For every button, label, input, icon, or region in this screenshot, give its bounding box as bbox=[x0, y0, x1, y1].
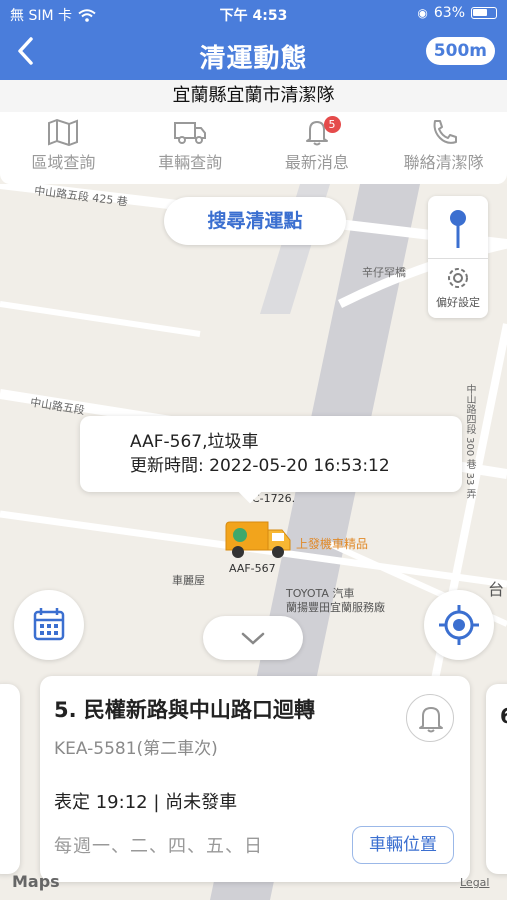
phone-icon bbox=[433, 120, 457, 144]
search-cleaning-point-button[interactable]: 搜尋清運點 bbox=[164, 197, 346, 245]
callout-update-time: 更新時間: 2022-05-20 16:53:12 bbox=[130, 456, 390, 476]
next-stop-card[interactable]: 6 bbox=[486, 684, 507, 874]
stop-title: 5. 民權新路與中山路口迴轉 bbox=[54, 698, 315, 722]
truck-icon bbox=[174, 122, 207, 144]
range-button[interactable]: 500m bbox=[425, 37, 495, 65]
previous-stop-card[interactable] bbox=[0, 684, 20, 874]
tool-vehicle-search[interactable]: 車輛查詢 bbox=[127, 112, 254, 184]
tool-area-search[interactable]: 區域查詢 bbox=[0, 112, 127, 184]
vehicle-position-button[interactable]: 車輛位置 bbox=[352, 826, 454, 864]
location-pin-button[interactable] bbox=[428, 204, 488, 254]
map-label-lane: 中山路四段 300 巷 33 弄 bbox=[464, 384, 475, 499]
bell-icon bbox=[419, 707, 443, 733]
garbage-truck-marker[interactable] bbox=[222, 520, 292, 562]
tool-contact-team[interactable]: 聯絡清潔隊 bbox=[380, 112, 507, 184]
orientation-lock-icon: ◉ bbox=[417, 6, 428, 20]
maps-brand: Maps bbox=[12, 872, 60, 891]
calendar-icon bbox=[33, 608, 65, 641]
maps-attribution: Maps bbox=[12, 872, 60, 891]
tool-label: 車輛查詢 bbox=[158, 153, 223, 172]
map-label-shop: 上發機車精品 bbox=[296, 537, 369, 551]
map-label-poi: 蘭揚豐田宜蘭服務廠 bbox=[286, 601, 385, 614]
preference-settings-button[interactable]: 偏好設定 bbox=[428, 262, 488, 310]
legal-link[interactable]: Legal bbox=[460, 876, 489, 889]
calendar-button[interactable] bbox=[14, 590, 84, 660]
divider bbox=[428, 258, 488, 259]
next-stop-number: 6 bbox=[500, 704, 507, 728]
truck-plate-label: AAF-567 bbox=[229, 562, 276, 575]
map-label-shop: 車麗屋 bbox=[172, 574, 205, 587]
toolbar: 區域查詢 車輛查詢 5 最新消息 聯絡清潔隊 bbox=[0, 112, 507, 184]
tool-latest-news[interactable]: 5 最新消息 bbox=[254, 112, 381, 184]
schedule-status: 表定 19:12 | 尚未發車 bbox=[54, 792, 238, 813]
expand-toggle-button[interactable] bbox=[203, 616, 303, 660]
team-name: 宜蘭縣宜蘭市清潔隊 bbox=[0, 80, 507, 112]
notification-badge: 5 bbox=[323, 116, 341, 133]
gear-icon bbox=[448, 268, 468, 288]
map-label-bridge: 辛仔罕橋 bbox=[362, 266, 406, 279]
battery-icon bbox=[471, 7, 497, 19]
nav-bar: 清運動態 500m bbox=[0, 28, 507, 80]
map-icon bbox=[48, 118, 79, 146]
battery-percent: 63% bbox=[433, 5, 465, 21]
vehicle-callout: AAF-567,垃圾車 更新時間: 2022-05-20 16:53:12 bbox=[80, 416, 462, 492]
map-side-tools: 偏好設定 bbox=[428, 196, 488, 318]
locate-me-button[interactable] bbox=[424, 590, 494, 660]
chevron-down-icon bbox=[241, 632, 265, 645]
crosshair-icon bbox=[439, 605, 479, 645]
stop-card[interactable]: 5. 民權新路與中山路口迴轉 KEA-5581(第二車次) 表定 19:12 |… bbox=[40, 676, 470, 882]
tool-label: 區域查詢 bbox=[31, 153, 96, 172]
pin-icon bbox=[450, 210, 466, 248]
notify-button[interactable] bbox=[406, 694, 454, 742]
service-days: 每週一、二、四、五、日 bbox=[54, 836, 263, 857]
callout-vehicle: AAF-567,垃圾車 bbox=[130, 432, 259, 452]
preference-label: 偏好設定 bbox=[436, 296, 480, 309]
tool-label: 聯絡清潔隊 bbox=[403, 153, 484, 172]
tool-label: 最新消息 bbox=[284, 153, 349, 172]
vehicle-trip: KEA-5581(第二車次) bbox=[54, 739, 218, 759]
status-bar: 無 SIM 卡 下午 4:53 ◉ 63% bbox=[0, 0, 507, 28]
